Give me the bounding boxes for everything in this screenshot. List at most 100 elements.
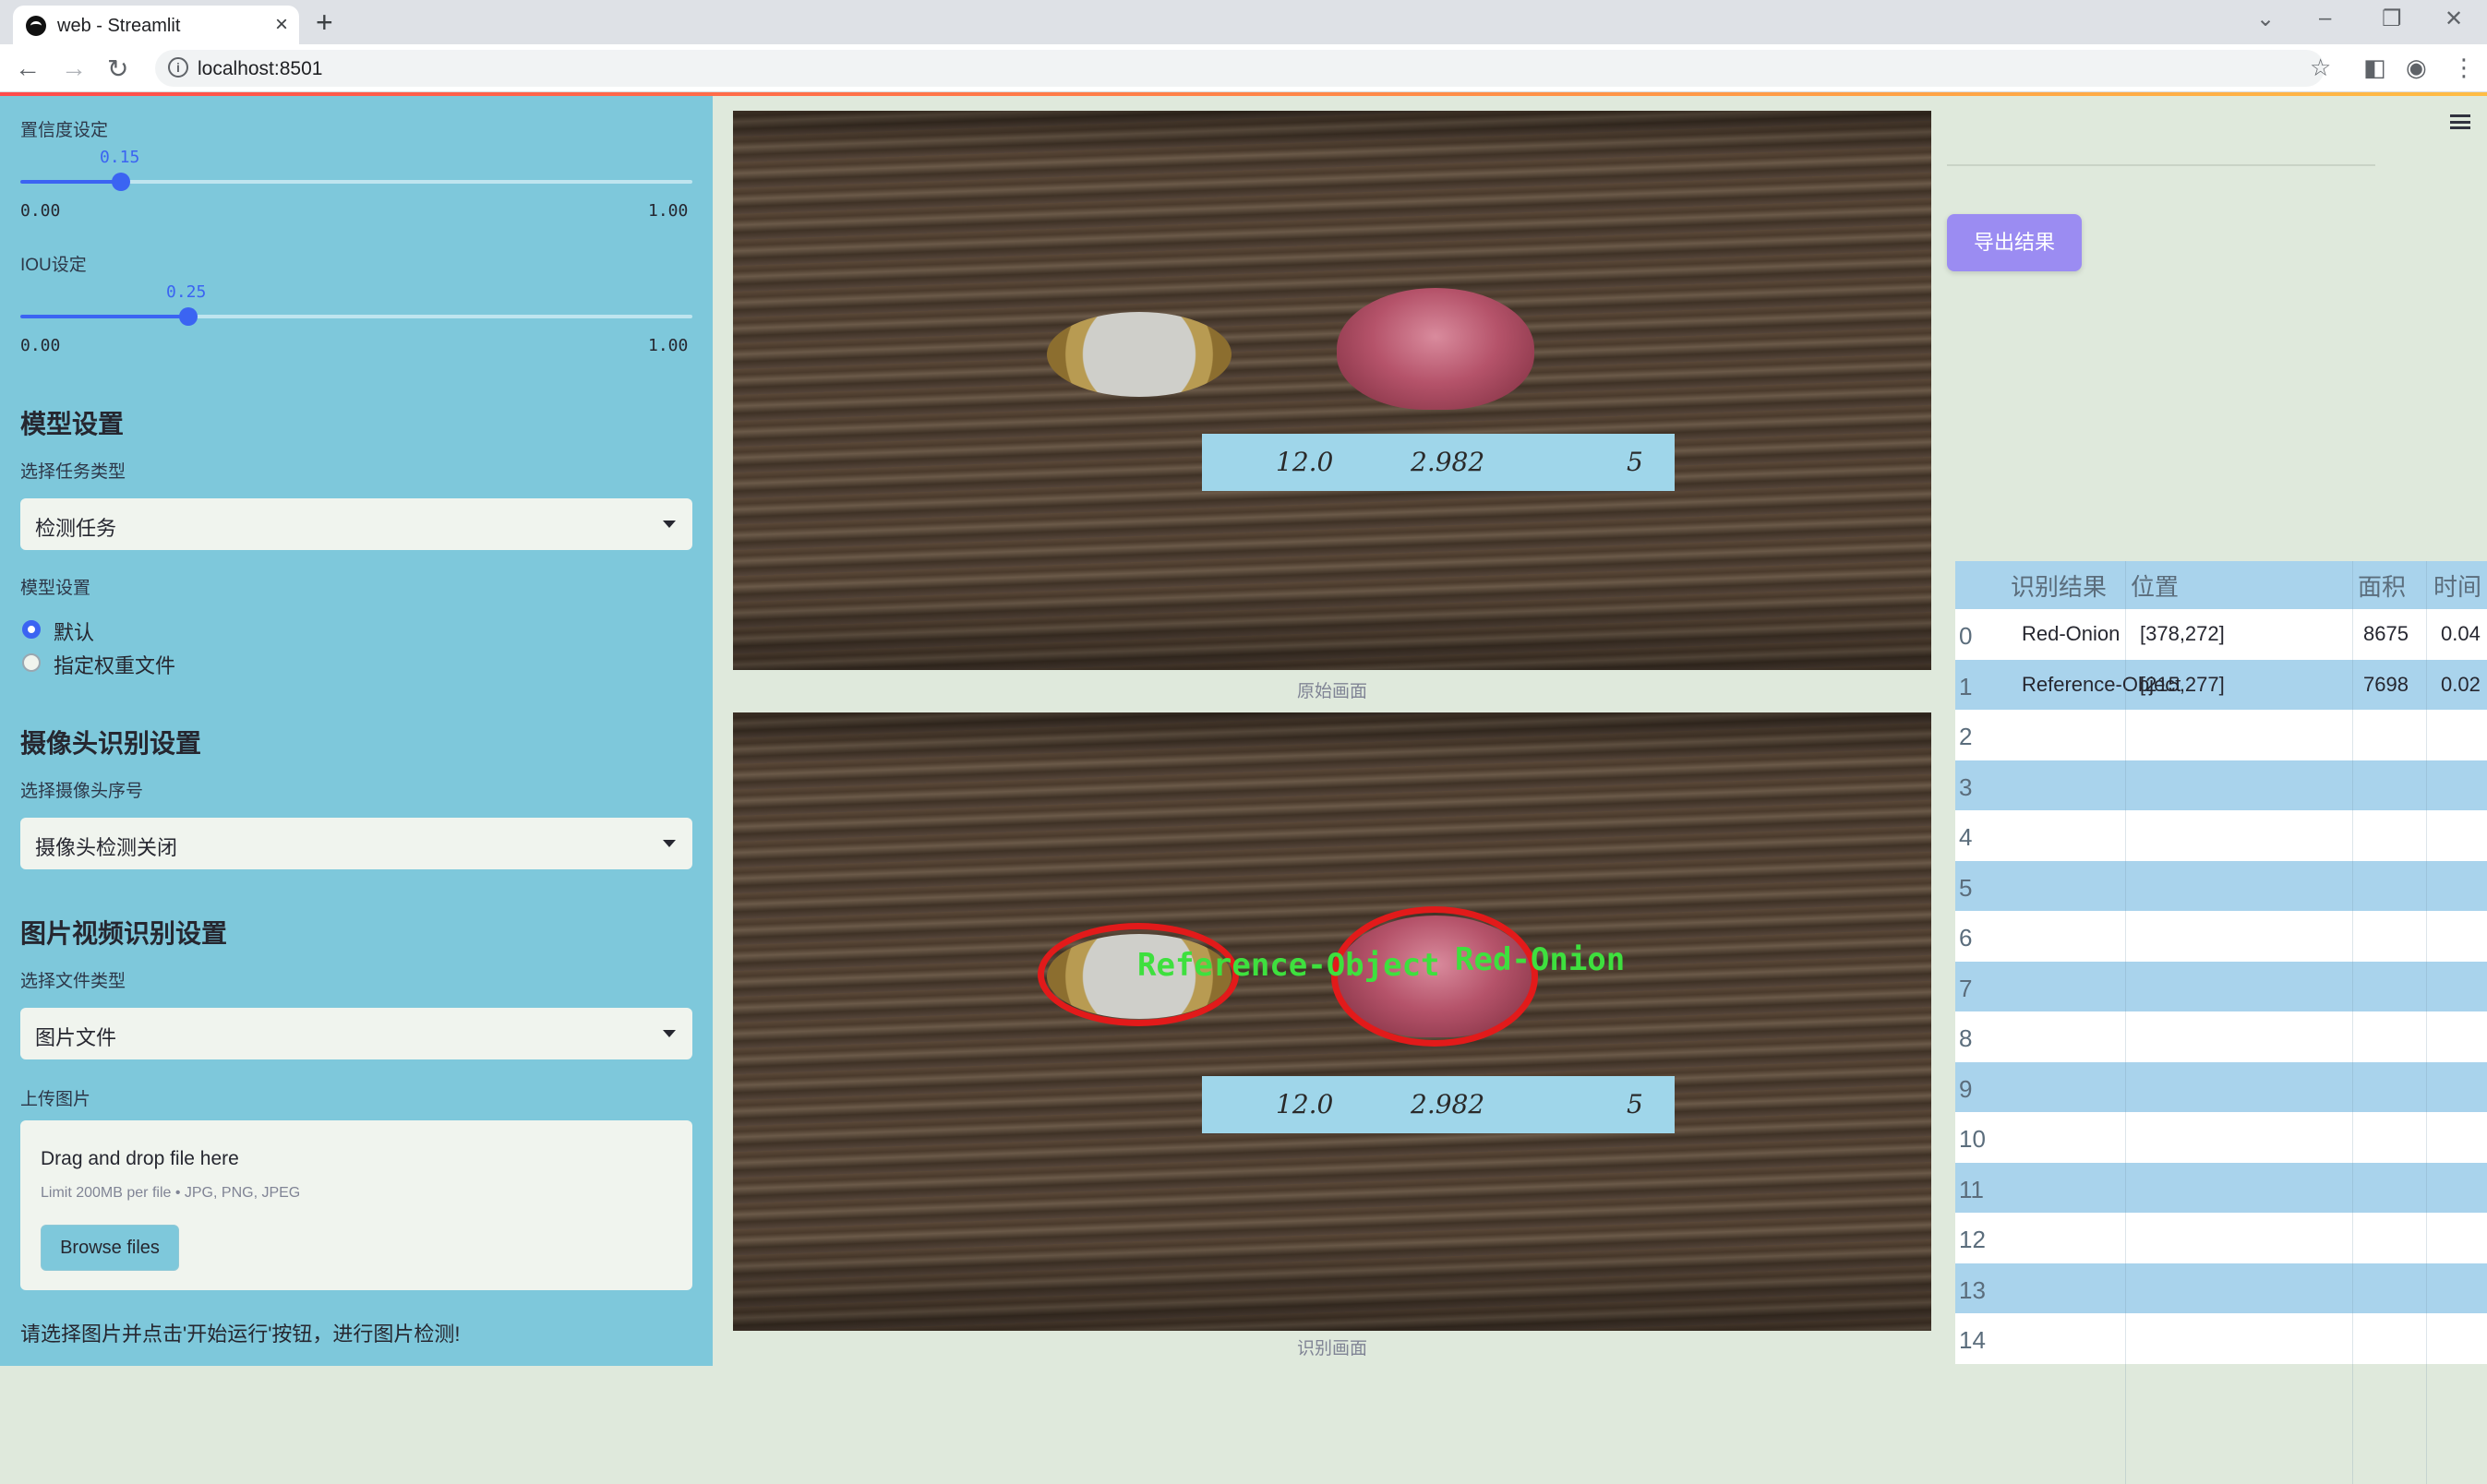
iou-min: 0.00 <box>20 336 61 355</box>
table-row[interactable]: 0 Red-Onion [378,272] 8675 0.04 <box>1955 609 2487 660</box>
cell-position: [378,272] <box>2140 622 2225 645</box>
forward-icon[interactable]: → <box>61 54 87 83</box>
iou-slider-thumb[interactable] <box>179 307 198 326</box>
cell-result: Red-Onion <box>2022 622 2121 645</box>
browser-tab-strip: web - Streamlit × + ⌄ – ❐ ✕ <box>0 0 2487 44</box>
row-index: 13 <box>1959 1275 1986 1304</box>
browser-tab[interactable]: web - Streamlit × <box>13 6 299 44</box>
back-icon[interactable]: ← <box>15 54 41 83</box>
header-time[interactable]: 时间 <box>2433 568 2481 603</box>
table-row[interactable]: 11 <box>1955 1162 2487 1213</box>
detected-image: Reference-Object Red-Onion 12.0 2.982 5 <box>733 712 1931 1331</box>
bookmark-star-icon[interactable]: ☆ <box>2310 54 2331 82</box>
column-divider <box>2125 561 2126 1484</box>
column-divider <box>2426 561 2427 1484</box>
reload-icon[interactable]: ↻ <box>107 54 128 84</box>
table-row[interactable]: 5 <box>1955 860 2487 911</box>
table-row[interactable]: 8 <box>1955 1011 2487 1062</box>
side-panel-icon[interactable]: ◧ <box>2363 54 2386 82</box>
iou-value: 0.25 <box>166 282 207 302</box>
row-index: 2 <box>1959 723 1973 750</box>
tab-title: web - Streamlit <box>57 16 181 36</box>
main-content: 12.0 2.982 5 原始画面 Reference-Object Red-O… <box>713 96 2487 1484</box>
table-header: 识别结果 位置 面积 时间 <box>1955 561 2487 609</box>
address-bar[interactable]: i localhost:8501 <box>155 50 2325 87</box>
table-row[interactable]: 6 <box>1955 911 2487 962</box>
hamburger-menu-icon[interactable] <box>2450 114 2470 129</box>
file-type-value: 图片文件 <box>35 1026 117 1049</box>
note-value-1: 12.0 <box>1276 1089 1334 1119</box>
radio-default-label[interactable]: 默认 <box>54 616 94 646</box>
camera-select[interactable]: 摄像头检测关闭 <box>20 818 692 869</box>
table-row[interactable]: 12 <box>1955 1213 2487 1263</box>
new-tab-icon[interactable]: + <box>316 6 333 40</box>
profile-avatar-icon[interactable]: ◉ <box>2406 54 2427 82</box>
row-index: 5 <box>1959 873 1973 902</box>
cell-area: 7698 <box>2363 672 2409 696</box>
paper-note: 12.0 2.982 5 <box>1202 1076 1675 1133</box>
minimize-icon[interactable]: – <box>2319 6 2331 31</box>
iou-slider-fill <box>20 315 188 318</box>
iou-max: 1.00 <box>648 336 689 355</box>
tab-search-icon[interactable]: ⌄ <box>2256 6 2275 32</box>
header-position[interactable]: 位置 <box>2131 568 2179 603</box>
chevron-down-icon <box>663 521 676 528</box>
browse-files-button[interactable]: Browse files <box>41 1225 179 1271</box>
note-value-3: 5 <box>1627 447 1643 477</box>
export-results-button[interactable]: 导出结果 <box>1947 214 2082 271</box>
wood-background <box>733 111 1931 670</box>
note-value-2: 2.982 <box>1411 447 1485 477</box>
reference-object-label: Reference-Object <box>1137 947 1440 984</box>
model-settings-heading: 模型设置 <box>20 410 125 438</box>
table-row[interactable]: 13 <box>1955 1263 2487 1313</box>
task-type-label: 选择任务类型 <box>20 462 126 482</box>
table-row[interactable]: 1 Reference-Object [215,277] 7698 0.02 <box>1955 659 2487 710</box>
restore-icon[interactable]: ❐ <box>2382 6 2402 32</box>
radio-custom-weights[interactable] <box>22 653 41 672</box>
paper-note: 12.0 2.982 5 <box>1202 434 1675 491</box>
table-row[interactable]: 10 <box>1955 1112 2487 1163</box>
red-onion-label: Red-Onion <box>1455 941 1626 978</box>
note-value-2: 2.982 <box>1411 1089 1485 1119</box>
cell-position: [215,277] <box>2140 672 2225 696</box>
iou-slider[interactable] <box>20 307 692 326</box>
table-row[interactable]: 7 <box>1955 961 2487 1011</box>
camera-index-label: 选择摄像头序号 <box>20 782 144 801</box>
upload-label: 上传图片 <box>20 1090 91 1109</box>
camera-value: 摄像头检测关闭 <box>35 836 178 859</box>
radio-custom-weights-label[interactable]: 指定权重文件 <box>54 650 175 679</box>
streamlit-favicon-icon <box>26 16 46 36</box>
row-index: 0 <box>1959 622 1973 650</box>
confidence-slider-thumb[interactable] <box>112 173 131 191</box>
file-dropzone[interactable]: Drag and drop file here Limit 200MB per … <box>20 1120 692 1290</box>
close-tab-icon[interactable]: × <box>275 12 288 38</box>
header-result[interactable]: 识别结果 <box>2011 568 2107 603</box>
header-area[interactable]: 面积 <box>2358 568 2406 603</box>
task-type-select[interactable]: 检测任务 <box>20 498 692 550</box>
row-index: 9 <box>1959 1074 1973 1103</box>
row-index: 11 <box>1959 1175 1984 1203</box>
note-value-3: 5 <box>1627 1089 1643 1119</box>
confidence-value: 0.15 <box>100 148 140 167</box>
browser-menu-icon[interactable]: ⋮ <box>2452 54 2476 82</box>
task-type-value: 检测任务 <box>35 517 117 540</box>
cell-time: 0.04 <box>2441 622 2481 645</box>
radio-default[interactable] <box>22 620 41 639</box>
row-index: 3 <box>1959 772 1973 801</box>
site-info-icon[interactable]: i <box>168 57 188 78</box>
url-text: localhost:8501 <box>198 58 323 79</box>
iou-label: IOU设定 <box>20 256 87 275</box>
browser-toolbar: ← → ↻ i localhost:8501 ☆ ◧ ◉ ⋮ <box>0 44 2487 92</box>
table-row[interactable]: 4 <box>1955 810 2487 861</box>
table-row[interactable]: 14 <box>1955 1313 2487 1364</box>
cell-area: 8675 <box>2363 622 2409 645</box>
table-row[interactable]: 2 <box>1955 710 2487 760</box>
table-row[interactable]: 9 <box>1955 1061 2487 1112</box>
table-row[interactable]: 3 <box>1955 760 2487 810</box>
close-window-icon[interactable]: ✕ <box>2445 6 2463 32</box>
file-type-select[interactable]: 图片文件 <box>20 1008 692 1059</box>
results-table[interactable]: 识别结果 位置 面积 时间 0 Red-Onion [378,272] 8675 0.0… <box>1955 561 2487 1484</box>
confidence-slider-fill <box>20 180 122 184</box>
confidence-slider[interactable] <box>20 173 692 191</box>
cell-time: 0.02 <box>2441 672 2481 696</box>
